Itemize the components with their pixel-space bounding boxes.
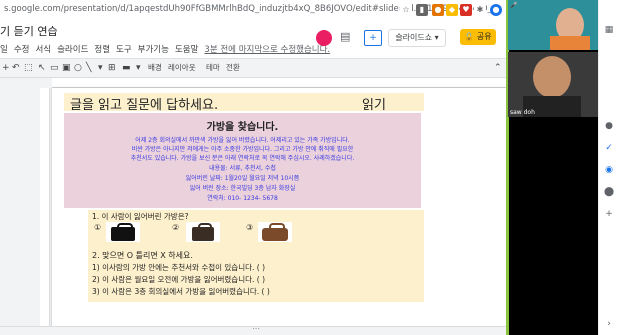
tasks-icon[interactable]: ✓ [603, 142, 615, 154]
undo-icon[interactable]: ↶ [12, 61, 20, 75]
last-edit-link[interactable]: 3분 전에 마지막으로 수정했습니다. [204, 45, 330, 55]
participant-video-2[interactable]: saw doh [508, 52, 598, 117]
option-2: ② [172, 223, 180, 232]
statement-2: 2) 이 사람은 월요일 오전에 가방을 잃어버렸습니다. ( ) [92, 275, 266, 284]
slideshow-button[interactable]: 슬라이드쇼 ▾ [388, 29, 446, 47]
shape-icon[interactable]: ○ [74, 61, 82, 75]
notice-title: 가방을 찾습니다. [206, 122, 279, 133]
background-button[interactable]: 배경 [148, 62, 162, 73]
line-icon[interactable]: ╲ [86, 61, 91, 75]
participant-face [533, 56, 571, 98]
notice-line: 잃어버린 날짜: 1월20일 월요일 저녁 10시쯤 [185, 175, 300, 182]
slide-canvas[interactable]: 글을 읽고 질문에 답하세요. 읽기 가방을 찾습니다. 어제 2층 회의실에서… [52, 88, 506, 328]
slide-heading-right: 읽기 [362, 98, 386, 113]
speaker-notes-bar[interactable]: ⋯ [0, 324, 508, 335]
contacts-icon[interactable]: ◉ [603, 164, 615, 176]
keep-icon[interactable]: ● [603, 120, 615, 132]
comment-add-icon[interactable]: ⊞ [108, 61, 116, 75]
extension-icon[interactable]: ◆ [446, 4, 458, 16]
bag-image-1 [106, 222, 140, 242]
statement-3: 3) 이 사람은 3층 회의실에서 가방을 잃어버렸습니다. ( ) [92, 287, 270, 296]
share-button[interactable]: 🔒 공유 [460, 29, 496, 45]
share-label: 공유 [476, 32, 492, 41]
line-dropdown-icon[interactable]: ▾ [98, 61, 103, 75]
horizontal-ruler [52, 78, 508, 88]
toolbar: + ↶ ⬚ ↖ ▭ ▣ ○ ╲ ▾ ⊞ ▬ ▾ 배경 레이아웃 테마 전환 ⌃ [0, 58, 508, 78]
menu-item[interactable]: 서식 [35, 45, 51, 55]
notice-line: 비싼 가방은 아니지만 저에게는 아주 소중한 가방입니다. 그리고 가방 안에… [131, 146, 354, 153]
drag-handle-icon[interactable]: ⋯ [252, 324, 260, 333]
heading-box[interactable]: 글을 읽고 질문에 답하세요. 읽기 [64, 93, 424, 113]
option-3: ③ [246, 223, 254, 232]
menu-bar: 일 수정 서식 슬라이드 정렬 도구 부가기능 도움말 3분 전에 마지막으로 수정했습니다. [0, 43, 336, 55]
participant-video-1[interactable]: 🎤 [508, 0, 598, 50]
option-1: ① [94, 223, 102, 232]
notice-line: 잃어 버린 장소: 한국빌딩 3층 남자 화장실 [189, 185, 296, 192]
maps-icon[interactable]: ⬤ [603, 186, 615, 198]
layout-button[interactable]: 레이아웃 [168, 62, 196, 73]
notice-line: 추천서도 있습니다. 가방을 보신 분은 아래 연락처로 꼭 연락해 주십시오.… [130, 155, 355, 162]
bag-image-3 [258, 222, 292, 242]
statement-1: 1) 이사람의 가방 안에는 추천서와 수첩이 있습니다. ( ) [92, 263, 266, 272]
fill-color-icon[interactable]: ▬ [122, 61, 131, 75]
notice-line: 어제 2층 회의실에서 까만색 가방을 잃어 버렸습니다. 어제리고 있는 가족… [135, 137, 350, 144]
calendar-icon[interactable]: ▦ [603, 24, 615, 36]
question-2: 2. 맞으면 O 틀리면 X 하세요. [92, 251, 193, 260]
slideshow-label: 슬라이드쇼 [395, 33, 433, 42]
participant-shirt [550, 36, 590, 50]
menu-item[interactable]: 부가기능 [138, 45, 169, 55]
cursor-icon[interactable]: ↖ [38, 61, 46, 75]
notice-line: 연락처: 010- 1234- 5678 [207, 195, 278, 202]
notice-line: 내용물: 서류, 추천서, 수첩 [209, 165, 276, 172]
present-icon[interactable]: + [364, 30, 382, 46]
menu-item[interactable]: 수정 [14, 45, 30, 55]
slides-window: s.google.com/presentation/d/1apqestdUh90… [0, 0, 508, 335]
bag-image-2 [186, 222, 220, 242]
puzzle-icon[interactable]: ✱ [474, 4, 486, 16]
avatar[interactable]: ● [490, 4, 502, 16]
menu-item[interactable]: 일 [0, 45, 8, 55]
question-1: 1. 이 사람이 잃어버린 가방은? [92, 212, 189, 221]
select-icon[interactable]: ⬚ [24, 61, 33, 75]
address-bar[interactable]: s.google.com/presentation/d/1apqestdUh90… [0, 0, 508, 21]
extension-icon[interactable]: ♥ [460, 4, 472, 16]
meet-icon[interactable] [316, 30, 332, 46]
extension-icon[interactable]: ● [432, 4, 444, 16]
vertical-ruler [40, 88, 50, 328]
side-panel: ▦ ● ✓ ◉ ⬤ + › [598, 0, 618, 335]
expand-icon[interactable]: › [603, 318, 615, 330]
menu-item[interactable]: 도구 [116, 45, 132, 55]
image-icon[interactable]: ▣ [62, 61, 71, 75]
menu-item[interactable]: 슬라이드 [57, 45, 88, 55]
menu-item[interactable]: 정렬 [94, 45, 110, 55]
mic-icon: 🎤 [510, 2, 518, 9]
comment-icon[interactable]: ▤ [340, 30, 350, 43]
slide-heading: 글을 읽고 질문에 답하세요. [70, 98, 219, 113]
border-icon[interactable]: ▾ [136, 61, 141, 75]
notice-box[interactable]: 가방을 찾습니다. 어제 2층 회의실에서 까만색 가방을 잃어 버렸습니다. … [64, 113, 421, 208]
add-addon-icon[interactable]: + [603, 208, 615, 220]
participant-name: saw doh [510, 109, 535, 116]
collapse-icon[interactable]: ⌃ [494, 61, 502, 75]
questions-box[interactable]: 1. 이 사람이 잃어버린 가방은? ① ② ③ 2. 맞으면 O 틀리면 X … [88, 210, 424, 302]
star-icon[interactable]: ☆ [400, 4, 412, 16]
focus-border [506, 0, 509, 335]
textbox-icon[interactable]: ▭ [50, 61, 59, 75]
new-slide-icon[interactable]: + [2, 61, 10, 75]
doc-title[interactable]: 기 듣기 연습 [0, 23, 58, 39]
menu-item[interactable]: 도움말 [175, 45, 198, 55]
transition-button[interactable]: 전환 [226, 62, 240, 73]
theme-button[interactable]: 테마 [206, 62, 220, 73]
doc-header: 기 듣기 연습 일 수정 서식 슬라이드 정렬 도구 부가기능 도움말 3분 전에 마지막으로 … [0, 20, 508, 58]
extension-icon[interactable]: ▮ [416, 4, 428, 16]
